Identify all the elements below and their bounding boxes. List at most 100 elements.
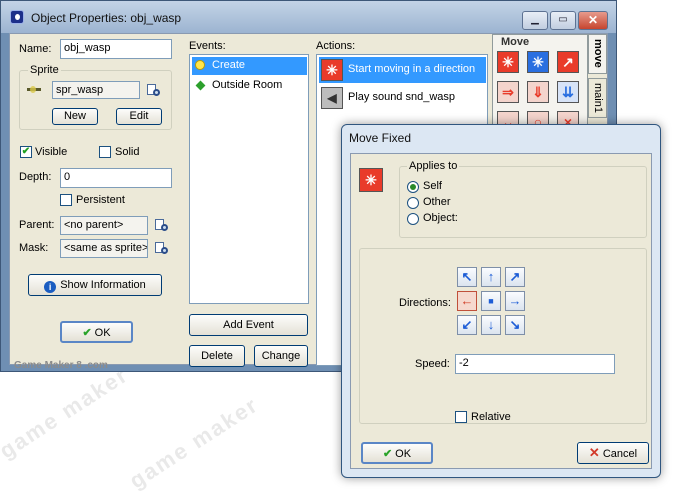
event-item-outside-room[interactable]: Outside Room <box>192 77 307 95</box>
applies-self-radio[interactable] <box>407 181 419 193</box>
wasp-sprite-icon <box>27 86 43 93</box>
direction-left-button[interactable]: ← <box>457 291 477 311</box>
close-button[interactable]: ✕ <box>578 11 608 30</box>
parent-field[interactable]: <no parent> <box>60 216 148 235</box>
dialog-cancel-button[interactable]: ✕ Cancel <box>577 442 649 464</box>
visible-checkbox[interactable]: ✔ <box>20 146 32 158</box>
mask-label: Mask: <box>19 242 49 254</box>
tab-move[interactable]: move <box>588 34 607 74</box>
move-fixed-action-icon[interactable]: ✳ <box>497 51 519 73</box>
browse-parent-icon[interactable] <box>155 218 169 232</box>
persistent-label: Persistent <box>76 194 125 206</box>
sprite-group-title: Sprite <box>28 64 61 76</box>
lightbulb-icon <box>195 60 205 70</box>
action-library-panel: Move ✳ ✳ ↗ ⇒ ⇓ ⇊ ↔ ○ × <box>492 34 588 126</box>
applies-self-label: Self <box>423 180 442 192</box>
applies-object-radio[interactable] <box>407 213 419 225</box>
speed-input[interactable]: -2 <box>455 354 615 374</box>
cancel-x-icon: ✕ <box>588 445 600 460</box>
directions-label: Directions: <box>399 297 451 309</box>
events-label: Events: <box>189 40 226 52</box>
ok-label: OK <box>94 327 111 339</box>
title-bar[interactable]: Object Properties: obj_wasp ▁ ▭ ✕ <box>1 1 616 33</box>
name-input[interactable]: obj_wasp <box>60 39 172 59</box>
edit-sprite-button[interactable]: Edit <box>116 108 162 125</box>
dialog-cancel-label: Cancel <box>602 448 638 460</box>
window-title: Object Properties: obj_wasp <box>31 11 182 25</box>
dialog-ok-label: OK <box>395 448 412 460</box>
name-label: Name: <box>19 43 52 55</box>
watermark-text: game maker <box>124 391 263 494</box>
relative-label: Relative <box>471 411 511 423</box>
browse-sprite-icon[interactable] <box>147 83 161 97</box>
move-group-label: Move <box>501 36 530 48</box>
tab-move-label: move <box>592 39 604 68</box>
move-fixed-icon: ✳ <box>359 168 383 192</box>
actions-label: Actions: <box>316 40 356 52</box>
direction-down-button[interactable]: ↓ <box>481 315 501 335</box>
applies-other-label: Other <box>423 196 451 208</box>
direction-up-button[interactable]: ↑ <box>481 267 501 287</box>
footer-brand: Game Maker 8 .com <box>14 360 108 371</box>
dialog-title: Move Fixed <box>349 131 412 145</box>
applies-to-label: Applies to <box>407 160 460 172</box>
new-sprite-button[interactable]: New <box>52 108 98 125</box>
speed-vertical-action-icon[interactable]: ⇓ <box>527 81 549 103</box>
action-item-label: Start moving in a direction <box>348 63 476 75</box>
speaker-icon: ◀ <box>321 87 343 109</box>
relative-checkbox[interactable] <box>455 411 467 423</box>
move-towards-action-icon[interactable]: ↗ <box>557 51 579 73</box>
tab-main1[interactable]: main1 <box>588 78 607 118</box>
depth-label: Depth: <box>19 171 52 183</box>
direction-up-left-button[interactable]: ↖ <box>457 267 477 287</box>
depth-input[interactable]: 0 <box>60 168 172 188</box>
event-item-create[interactable]: Create <box>192 57 307 75</box>
tab-main1-label: main1 <box>592 83 604 113</box>
move-free-action-icon[interactable]: ✳ <box>527 51 549 73</box>
add-event-button[interactable]: Add Event <box>189 314 308 336</box>
direction-right-button[interactable]: → <box>505 291 525 311</box>
action-item-move-fixed[interactable]: ✳ Start moving in a direction <box>319 57 486 83</box>
jump-action-icon[interactable]: × <box>557 111 579 125</box>
watermark-text: game maker <box>0 361 133 464</box>
show-information-button[interactable]: i Show Information <box>28 274 162 296</box>
delete-event-button[interactable]: Delete <box>189 345 245 367</box>
mask-field[interactable]: <same as sprite> <box>60 239 148 258</box>
direction-stop-button[interactable]: ■ <box>481 291 501 311</box>
sprite-field[interactable]: spr_wasp <box>52 81 140 99</box>
app-icon <box>10 10 24 24</box>
applies-object-label: Object: <box>423 212 458 224</box>
speed-horizontal-action-icon[interactable]: ⇒ <box>497 81 519 103</box>
event-item-label: Create <box>212 59 246 71</box>
dialog-ok-button[interactable]: ✔ OK <box>361 442 433 464</box>
browse-mask-icon[interactable] <box>155 241 169 255</box>
info-icon: i <box>44 281 57 293</box>
solid-label: Solid <box>115 146 140 158</box>
show-information-label: Show Information <box>60 279 146 291</box>
ok-button[interactable]: ✔ OK <box>60 321 133 343</box>
diamond-icon <box>195 80 206 91</box>
action-item-label: Play sound snd_wasp <box>348 91 456 103</box>
direction-up-right-button[interactable]: ↗ <box>505 267 525 287</box>
direction-down-left-button[interactable]: ↙ <box>457 315 477 335</box>
dialog-client: ✳ Applies to Self Other Object: Directio… <box>350 153 652 469</box>
visible-label: Visible <box>35 146 68 158</box>
direction-grid: ↖ ↑ ↗ ← ■ → ↙ ↓ ↘ <box>457 267 529 337</box>
move-fixed-icon: ✳ <box>321 59 343 81</box>
speed-label: Speed: <box>415 358 450 370</box>
checkmark-icon: ✔ <box>82 327 92 339</box>
change-event-button[interactable]: Change <box>254 345 308 367</box>
direction-down-right-button[interactable]: ↘ <box>505 315 525 335</box>
action-item-play-sound[interactable]: ◀ Play sound snd_wasp <box>319 85 486 111</box>
applies-other-radio[interactable] <box>407 197 419 209</box>
solid-checkbox[interactable] <box>99 146 111 158</box>
events-list[interactable]: Create Outside Room <box>189 54 309 304</box>
move-fixed-dialog: Move Fixed ✳ Applies to Self Other Objec… <box>341 124 661 478</box>
parent-label: Parent: <box>19 219 55 231</box>
persistent-checkbox[interactable] <box>60 194 72 206</box>
gravity-action-icon[interactable]: ⇊ <box>557 81 579 103</box>
friction-action-icon[interactable]: ○ <box>527 111 549 125</box>
maximize-button[interactable]: ▭ <box>550 11 576 30</box>
minimize-button[interactable]: ▁ <box>522 11 548 30</box>
reverse-action-icon[interactable]: ↔ <box>497 111 519 125</box>
